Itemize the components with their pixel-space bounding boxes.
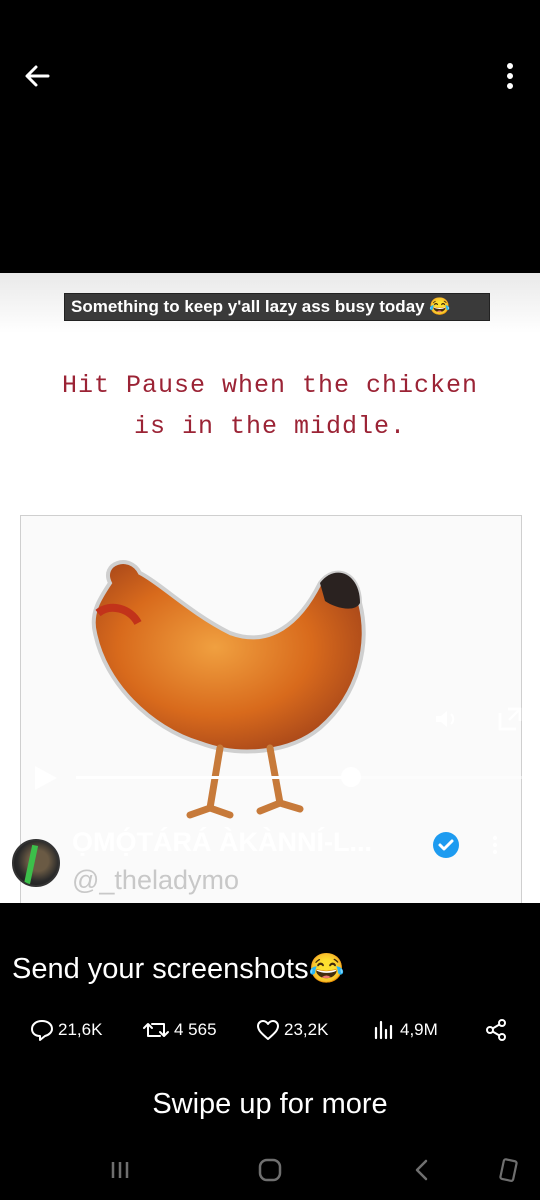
back-arrow-icon [25, 65, 50, 87]
verified-badge-icon [433, 832, 459, 858]
play-icon [35, 766, 57, 790]
progress-bar[interactable] [76, 767, 526, 787]
headline-line-2: is in the middle. [133, 412, 407, 441]
tweet-text: Send your screenshots😂 [12, 953, 345, 985]
progress-fill [76, 776, 351, 779]
expand-button[interactable] [496, 705, 524, 733]
views-count: 4,9M [400, 1020, 438, 1039]
recents-button[interactable] [104, 1154, 136, 1186]
author-handle[interactable]: @_theladymo [72, 865, 239, 896]
back-icon [415, 1159, 428, 1181]
like-count: 23,2K [284, 1020, 329, 1039]
like-button[interactable]: 23,2K [256, 1012, 328, 1048]
views-button[interactable]: 4,9M [372, 1012, 438, 1048]
progress-thumb[interactable] [340, 767, 361, 787]
headline-line-1: Hit Pause when the chicken [61, 371, 479, 400]
swipe-up-hint: Swipe up for more [152, 1088, 388, 1120]
video-headline: Hit Pause when the chicken is in the mid… [20, 365, 520, 447]
video-caption: Something to keep y'all lazy ass busy to… [64, 293, 490, 321]
like-icon [257, 1020, 279, 1040]
share-button[interactable] [484, 1012, 508, 1048]
more-vertical-icon [492, 835, 498, 855]
top-bar [0, 0, 540, 150]
reply-count: 21,6K [58, 1020, 103, 1039]
expand-icon [498, 707, 522, 731]
system-nav-bar [0, 1140, 540, 1200]
repost-icon [143, 1023, 169, 1037]
play-button[interactable] [30, 763, 60, 793]
home-button[interactable] [254, 1154, 286, 1186]
repost-button[interactable]: 4 565 [142, 1012, 217, 1048]
more-vertical-icon [507, 63, 513, 89]
reply-icon [31, 1020, 53, 1041]
author-row: ỌMỌ́TÁRÁ ÀKÀNNÍ-L... @_theladymo [0, 821, 540, 903]
rotate-icon [499, 1158, 518, 1182]
action-bar: 21,6K 4 565 23,2K 4,9M [0, 1012, 540, 1048]
rotate-button[interactable] [492, 1154, 524, 1186]
avatar[interactable] [12, 839, 60, 887]
verified-badge [432, 831, 460, 859]
home-icon [258, 1158, 282, 1182]
volume-button[interactable] [432, 705, 460, 733]
volume-icon [436, 711, 455, 727]
author-more-button[interactable] [486, 831, 504, 859]
video-player[interactable]: Something to keep y'all lazy ass busy to… [0, 273, 540, 903]
reply-button[interactable]: 21,6K [30, 1012, 102, 1048]
more-options-button[interactable] [498, 58, 522, 98]
author-display-name[interactable]: ỌMỌ́TÁRÁ ÀKÀNNÍ-L... [72, 827, 372, 858]
recents-icon [111, 1162, 129, 1178]
back-button[interactable] [18, 58, 58, 98]
repost-count: 4 565 [174, 1020, 217, 1039]
views-icon [374, 1020, 393, 1040]
share-icon [486, 1019, 506, 1041]
nav-back-button[interactable] [406, 1154, 438, 1186]
